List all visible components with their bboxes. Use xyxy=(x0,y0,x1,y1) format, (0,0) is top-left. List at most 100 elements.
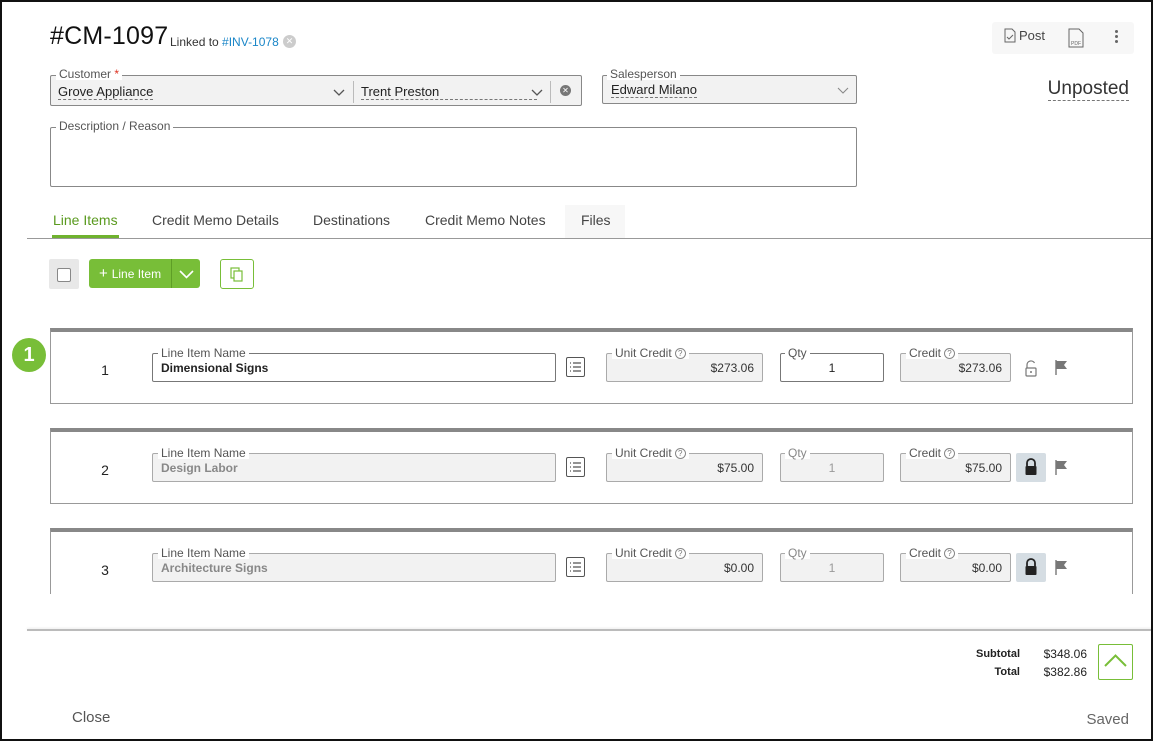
document-icon xyxy=(1004,28,1016,43)
line-item-name-value: Architecture Signs xyxy=(161,561,268,575)
qty-value: 1 xyxy=(828,361,836,375)
pdf-icon: PDF xyxy=(1068,28,1084,48)
line-item-name-label: Line Item Name xyxy=(158,347,249,359)
line-item-row: 3 Architecture Signs Line Item Name $0.0… xyxy=(50,528,1133,594)
flag-icon[interactable] xyxy=(1053,559,1069,575)
close-button[interactable]: Close xyxy=(72,709,110,726)
tab-destinations[interactable]: Destinations xyxy=(313,212,390,228)
line-item-name-value: Design Labor xyxy=(161,461,238,475)
linked-to-text: Linked to #INV-1078 xyxy=(170,35,279,49)
line-item-row: 2 Design Labor Line Item Name $75.00 Uni… xyxy=(50,428,1133,504)
customer-label-text: Customer xyxy=(59,67,112,81)
lock-button[interactable] xyxy=(1016,553,1046,582)
total-label: Total xyxy=(994,666,1020,678)
help-icon[interactable]: ? xyxy=(674,348,686,359)
qty-label: Qty xyxy=(785,447,810,459)
details-list-icon[interactable] xyxy=(566,357,585,377)
required-mark: * xyxy=(114,67,120,81)
clear-contact-icon[interactable]: ✕ xyxy=(560,85,571,96)
credit-memo-window: #CM-1097 Linked to #INV-1078 ✕ Post PDF … xyxy=(0,0,1153,741)
divider xyxy=(353,81,354,103)
select-all-checkbox[interactable] xyxy=(49,259,79,289)
description-textarea[interactable] xyxy=(50,127,857,187)
tab-bar: Line Items Credit Memo Details Destinati… xyxy=(27,205,1151,239)
unlink-icon[interactable]: ✕ xyxy=(283,35,296,48)
customer-value[interactable]: Grove Appliance xyxy=(58,84,154,100)
line-item-name-label: Line Item Name xyxy=(158,447,249,459)
footer-divider xyxy=(27,629,1151,631)
svg-text:PDF: PDF xyxy=(1071,41,1081,47)
description-label: Description / Reason xyxy=(56,120,174,132)
chevron-down-icon[interactable] xyxy=(333,86,345,98)
post-button[interactable]: Post xyxy=(1004,28,1045,43)
pdf-button[interactable]: PDF xyxy=(1068,28,1085,53)
help-icon[interactable]: ? xyxy=(674,548,686,559)
unit-credit-value: $273.06 xyxy=(710,361,754,375)
line-item-row: 1 Dimensional Signs Line Item Name $273.… xyxy=(50,328,1133,404)
unlocked-icon[interactable] xyxy=(1023,360,1039,378)
line-items-list: 1 Dimensional Signs Line Item Name $273.… xyxy=(27,302,1151,594)
tab-files[interactable]: Files xyxy=(581,212,611,228)
qty-label: Qty xyxy=(785,547,810,559)
tab-credit-memo-details[interactable]: Credit Memo Details xyxy=(152,212,279,228)
expand-totals-button[interactable] xyxy=(1098,644,1133,680)
credit-value: $75.00 xyxy=(965,461,1002,475)
line-item-name-value: Dimensional Signs xyxy=(161,361,269,375)
chevron-down-icon[interactable] xyxy=(837,84,849,96)
tab-line-items[interactable]: Line Items xyxy=(53,212,118,228)
copy-button[interactable] xyxy=(220,259,254,289)
subtotal-value: $348.06 xyxy=(1043,647,1087,661)
help-icon[interactable]: ? xyxy=(944,448,956,459)
add-line-item-button[interactable]: + Line Item xyxy=(89,259,171,288)
qty-value: 1 xyxy=(828,461,836,475)
salesperson-value[interactable]: Edward Milano xyxy=(611,82,697,98)
credit-value: $273.06 xyxy=(958,361,1002,375)
unit-credit-value: $75.00 xyxy=(717,461,754,475)
page-title: #CM-1097 xyxy=(50,22,169,50)
details-list-icon[interactable] xyxy=(566,557,585,577)
chevron-down-icon[interactable] xyxy=(531,86,543,98)
total-value: $382.86 xyxy=(1043,665,1087,679)
saved-status: Saved xyxy=(1086,711,1129,728)
more-options-icon[interactable] xyxy=(1110,28,1122,48)
help-icon[interactable]: ? xyxy=(944,548,956,559)
linked-prefix: Linked to xyxy=(170,35,219,49)
linked-invoice-link[interactable]: #INV-1078 xyxy=(222,35,279,49)
copy-icon xyxy=(230,267,243,282)
flag-icon[interactable] xyxy=(1053,359,1069,375)
status-badge[interactable]: Unposted xyxy=(1047,78,1129,101)
help-icon[interactable]: ? xyxy=(944,348,956,359)
credit-label: Credit? xyxy=(906,447,959,459)
step-badge: 1 xyxy=(12,338,46,372)
unit-credit-value: $0.00 xyxy=(723,561,754,575)
plus-icon: + xyxy=(98,264,108,282)
add-line-item-dropdown[interactable] xyxy=(171,259,200,288)
lock-button[interactable] xyxy=(1016,453,1046,482)
details-list-icon[interactable] xyxy=(566,457,585,477)
line-number: 2 xyxy=(101,462,109,478)
flag-icon[interactable] xyxy=(1053,459,1069,475)
help-icon[interactable]: ? xyxy=(674,448,686,459)
tab-credit-memo-notes[interactable]: Credit Memo Notes xyxy=(425,212,546,228)
contact-value[interactable]: Trent Preston xyxy=(361,84,537,100)
chevron-up-icon xyxy=(1104,654,1127,667)
post-label: Post xyxy=(1019,28,1046,43)
line-number: 3 xyxy=(101,562,109,578)
salesperson-label: Salesperson xyxy=(607,68,680,80)
credit-label: Credit? xyxy=(906,547,959,559)
subtotal-label: Subtotal xyxy=(976,648,1020,660)
unit-credit-label: Unit Credit? xyxy=(612,547,689,559)
line-item-name-label: Line Item Name xyxy=(158,547,249,559)
chevron-down-icon xyxy=(179,270,194,279)
unit-credit-label: Unit Credit? xyxy=(612,347,689,359)
active-tab-indicator xyxy=(52,235,119,238)
qty-value: 1 xyxy=(828,561,836,575)
qty-label: Qty xyxy=(785,347,810,359)
line-number: 1 xyxy=(101,362,109,378)
add-line-item-label: Line Item xyxy=(111,266,162,281)
credit-value: $0.00 xyxy=(971,561,1002,575)
customer-label: Customer * xyxy=(56,67,123,81)
unit-credit-label: Unit Credit? xyxy=(612,447,689,459)
credit-label: Credit? xyxy=(906,347,959,359)
divider xyxy=(550,81,551,103)
